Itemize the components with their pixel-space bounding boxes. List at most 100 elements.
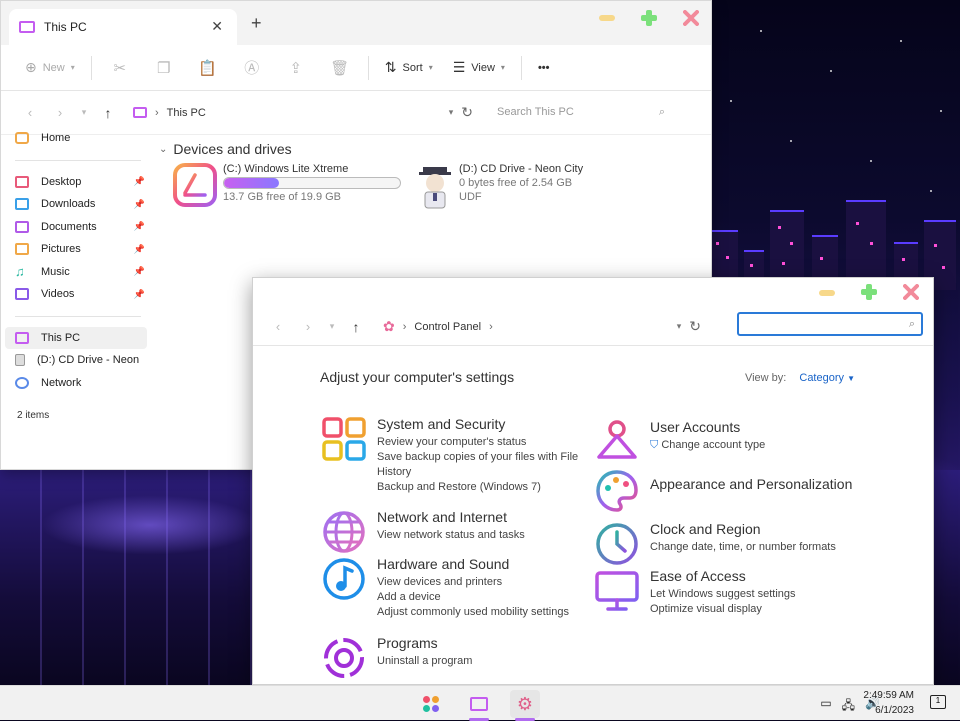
more-options-button[interactable]: ••• [528,62,560,74]
close-button[interactable] [903,284,919,300]
sidebar-item-desktop[interactable]: Desktop 📌 [1,171,151,194]
devices-section-header[interactable]: ⌄ Devices and drives [159,141,711,157]
view-by-value[interactable]: Category [799,372,844,384]
category-ease-of-access[interactable]: Ease of Access Let Windows suggest setti… [594,568,894,617]
category-link[interactable]: Add a device [377,590,569,605]
category-title[interactable]: Appearance and Personalization [650,476,852,492]
notification-icon[interactable]: 1 [930,695,946,709]
sidebar-item-documents[interactable]: Documents 📌 [1,216,151,239]
category-link[interactable]: Adjust commonly used mobility settings [377,605,569,620]
sidebar-item-videos[interactable]: Videos 📌 [1,283,151,306]
tab-this-pc[interactable]: This PC ✕ [9,9,237,45]
search-input[interactable]: Search This PC ⌕ [483,106,673,119]
view-by-control[interactable]: View by: Category ▼ [745,372,855,384]
sidebar-item-label: This PC [41,331,81,344]
minimize-button[interactable] [819,290,835,296]
copy-icon[interactable]: ❐ [142,53,186,83]
sidebar-item-downloads[interactable]: Downloads 📌 [1,193,151,216]
forward-arrow-icon[interactable]: › [45,105,75,120]
category-title[interactable]: Programs [377,635,472,651]
taskbar-control-panel[interactable]: ⚙ [510,690,540,721]
breadcrumb-control-panel[interactable]: Control Panel [414,321,481,333]
category-link[interactable]: Backup and Restore (Windows 7) [377,480,587,495]
chevron-down-icon: ▾ [70,63,75,72]
category-hardware-sound[interactable]: Hardware and Sound View devices and prin… [321,556,591,620]
sidebar-item-this-pc[interactable]: This PC [5,326,147,349]
breadcrumb-this-pc[interactable]: This PC [167,107,206,119]
new-button[interactable]: ⊕ New ▾ [15,59,85,76]
minimize-button[interactable] [599,15,615,21]
clock-date: 6/1/2023 [875,705,914,716]
category-link[interactable]: Let Windows suggest settings [650,587,796,602]
share-icon[interactable]: ⇪ [274,53,318,83]
pin-icon[interactable]: 📌 [134,221,145,232]
taskbar-clock[interactable]: 2:49:59 AM 6/1/2023 [863,688,914,718]
address-path[interactable]: › This PC ▾ ↻ [133,104,473,121]
maximize-button[interactable] [641,10,657,26]
category-title[interactable]: Hardware and Sound [377,556,569,572]
refresh-icon[interactable]: ↻ [689,318,701,335]
category-link[interactable]: Optimize visual display [650,602,796,617]
maximize-button[interactable] [861,284,877,300]
breadcrumb-chevron-icon[interactable]: › [489,321,493,333]
sidebar-item-cd-drive[interactable]: (D:) CD Drive - Neon [1,349,151,372]
drive-c[interactable]: (C:) Windows Lite Xtreme 13.7 GB free of… [173,163,401,207]
category-title[interactable]: Ease of Access [650,568,796,584]
network-status-icon[interactable]: 🖧 [842,696,855,717]
category-link[interactable]: Review your computer's status [377,435,587,450]
delete-icon[interactable]: 🗑 [318,53,362,83]
forward-arrow-icon[interactable]: › [293,319,323,334]
pin-icon[interactable]: 📌 [134,199,145,210]
category-system-security[interactable]: System and Security Review your computer… [321,416,591,495]
sidebar-item-music[interactable]: ♫ Music 📌 [1,261,151,284]
category-title[interactable]: Clock and Region [650,521,836,537]
close-tab-icon[interactable]: ✕ [211,18,223,35]
chevron-down-icon[interactable]: ▾ [677,321,682,332]
chevron-down-icon[interactable]: ▾ [449,107,454,118]
start-button[interactable] [416,690,446,718]
sidebar-item-label: Network [41,376,82,389]
control-panel-search-input[interactable]: ⌕ [737,312,923,336]
address-path[interactable]: ✿ › Control Panel › ▾ ↻ [383,318,701,335]
category-link[interactable]: ⛉ Change account type [650,438,765,453]
category-link[interactable]: View network status and tasks [377,528,525,543]
view-button[interactable]: ☰ View ▾ [443,59,515,76]
recent-chevron-icon[interactable]: ▾ [75,107,93,118]
category-link[interactable]: Uninstall a program [377,654,472,669]
category-user-accounts[interactable]: User Accounts ⛉ Change account type [594,419,894,465]
battery-icon[interactable]: ▭ [820,696,831,717]
close-button[interactable] [683,10,699,26]
sidebar-item-pictures[interactable]: Pictures 📌 [1,238,151,261]
desktop-icon [15,175,29,188]
category-clock-region[interactable]: Clock and Region Change date, time, or n… [594,521,894,567]
up-arrow-icon[interactable]: ↑ [93,105,123,121]
category-programs[interactable]: Programs Uninstall a program [321,635,591,681]
category-link[interactable]: View devices and printers [377,575,569,590]
pin-icon[interactable]: 📌 [134,266,145,277]
new-tab-button[interactable]: + [251,13,262,34]
back-arrow-icon[interactable]: ‹ [15,105,45,120]
cut-icon[interactable]: ✂ [98,53,142,83]
drive-d[interactable]: (D:) CD Drive - Neon City 0 bytes free o… [415,163,583,209]
paste-icon[interactable]: 📋 [186,53,230,83]
up-arrow-icon[interactable]: ↑ [341,319,371,335]
rename-icon[interactable]: Ⓐ [230,53,274,83]
category-network-internet[interactable]: Network and Internet View network status… [321,509,591,555]
taskbar-file-explorer[interactable] [464,690,494,721]
control-panel-titlebar [253,278,933,308]
pin-icon[interactable]: 📌 [134,289,145,300]
recent-chevron-icon[interactable]: ▾ [323,321,341,332]
category-link[interactable]: Save backup copies of your files with Fi… [377,450,587,480]
back-arrow-icon[interactable]: ‹ [263,319,293,334]
category-title[interactable]: User Accounts [650,419,765,435]
category-title[interactable]: System and Security [377,416,587,432]
pin-icon[interactable]: 📌 [134,244,145,255]
refresh-icon[interactable]: ↻ [461,104,473,121]
sort-button[interactable]: ⇅ Sort ▾ [375,59,443,76]
category-appearance[interactable]: Appearance and Personalization [594,468,894,514]
sidebar-item-network[interactable]: Network [1,372,151,395]
category-link[interactable]: Change date, time, or number formats [650,540,836,555]
category-title[interactable]: Network and Internet [377,509,525,525]
pin-icon[interactable]: 📌 [134,176,145,187]
sidebar-item-home[interactable]: Home [1,127,151,150]
